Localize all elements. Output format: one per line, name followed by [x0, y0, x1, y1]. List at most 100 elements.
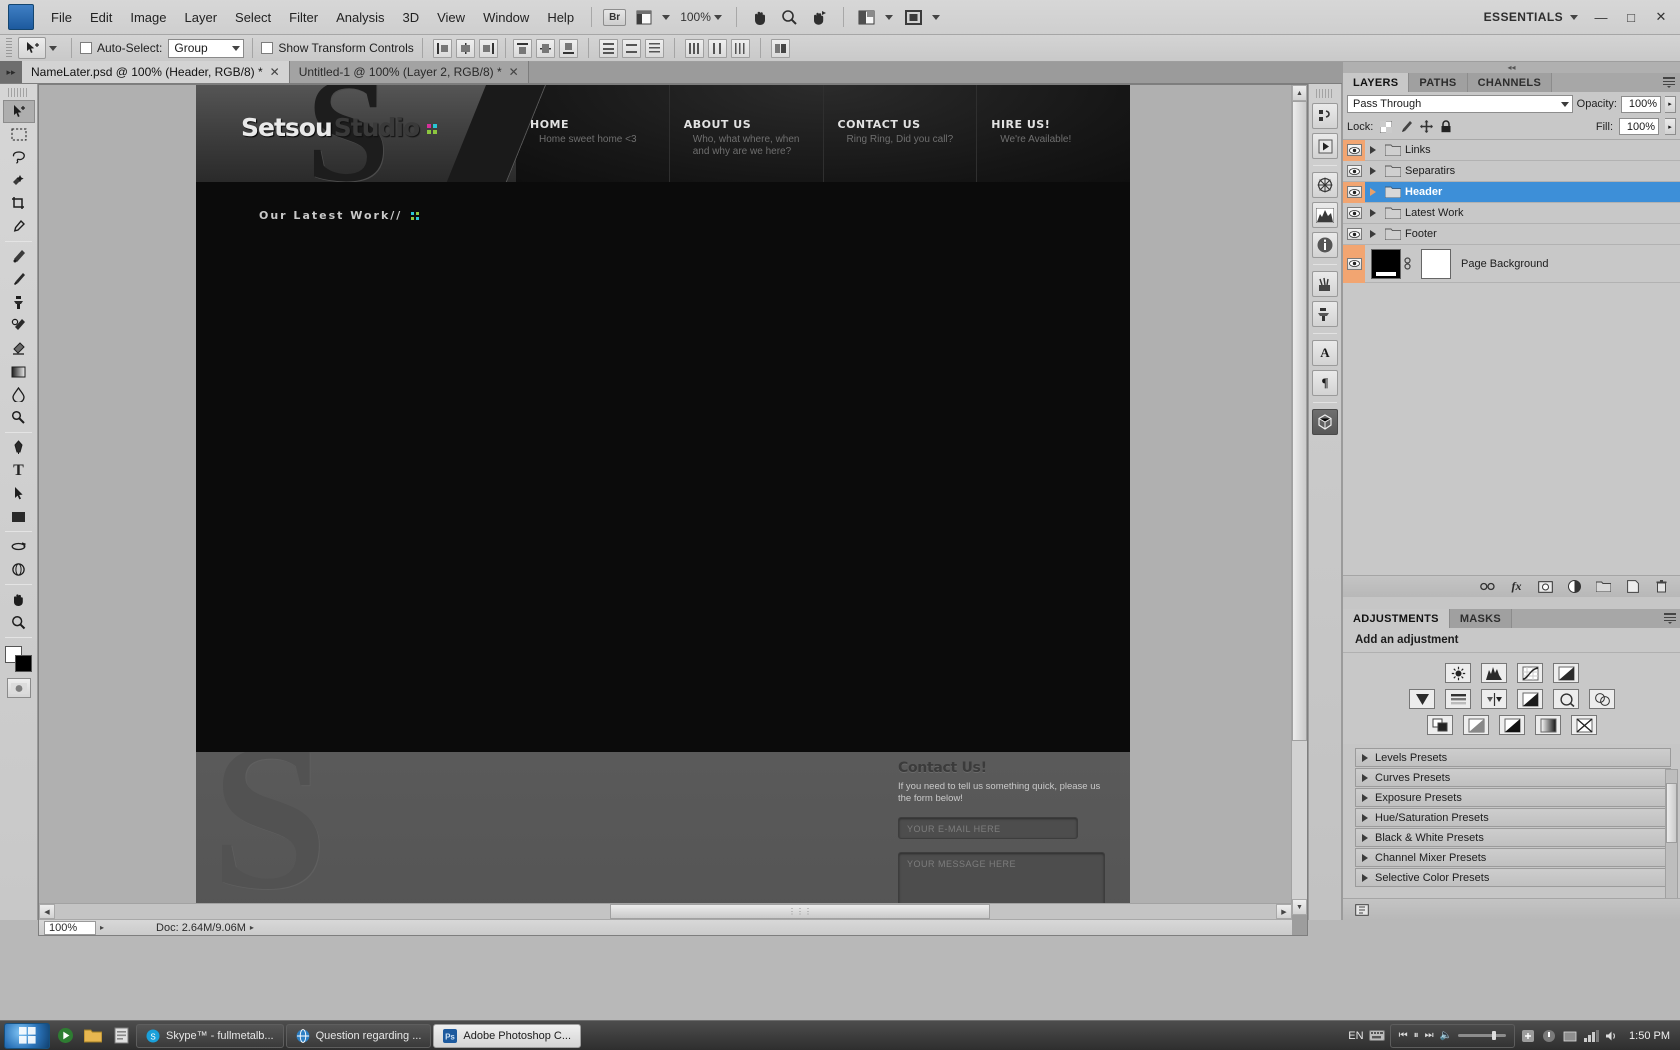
arrange-chevron-down-icon[interactable]	[884, 14, 893, 20]
menu-edit[interactable]: Edit	[81, 6, 121, 29]
background-color-swatch[interactable]	[14, 655, 32, 672]
preset-disclosure-triangle-icon[interactable]	[1362, 793, 1368, 802]
preset-disclosure-triangle-icon[interactable]	[1362, 753, 1368, 762]
scroll-left-icon[interactable]: ◀	[39, 904, 55, 919]
blend-mode-chevron-down-icon[interactable]	[1560, 101, 1569, 107]
path-selection-tool-icon[interactable]	[3, 482, 35, 505]
group-disclosure-triangle-icon[interactable]	[1365, 146, 1381, 154]
taskbar-task-skype[interactable]: S Skype™ - fullmetalb...	[136, 1023, 284, 1048]
screen-mode-icon[interactable]	[901, 5, 927, 29]
black-white-icon[interactable]	[1517, 689, 1543, 709]
layer-row-header[interactable]: Header	[1343, 181, 1680, 203]
exposure-icon[interactable]	[1553, 663, 1579, 683]
distribute-vertical-centers-icon[interactable]	[621, 38, 641, 58]
group-disclosure-triangle-icon[interactable]	[1365, 230, 1381, 238]
move-tool-indicator-icon[interactable]	[18, 37, 46, 59]
horizontal-scroll-track[interactable]: ⋮⋮⋮	[55, 904, 1276, 919]
tool-preset-chevron-down-icon[interactable]	[49, 45, 57, 51]
show-transform-controls-checkbox[interactable]	[261, 42, 274, 54]
menu-file[interactable]: File	[42, 6, 81, 29]
new-group-icon[interactable]	[1595, 578, 1612, 595]
preset-exposure[interactable]: Exposure Presets	[1355, 788, 1671, 807]
align-bottom-edges-icon[interactable]	[558, 38, 578, 58]
taskbar-task-browser[interactable]: Question regarding ...	[285, 1023, 432, 1048]
layer-row-footer[interactable]: Footer	[1343, 224, 1680, 245]
dock-collapse-handle[interactable]: ◂◂	[1343, 62, 1680, 73]
hand-tool-icon[interactable]	[747, 5, 773, 29]
eyedropper-tool-icon[interactable]	[3, 215, 35, 238]
clone-source-panel-icon[interactable]	[1312, 301, 1338, 327]
keyboard-icon[interactable]	[1368, 1028, 1385, 1044]
brightness-contrast-icon[interactable]	[1445, 663, 1471, 683]
new-adjustment-layer-icon[interactable]	[1566, 578, 1583, 595]
curves-icon[interactable]	[1517, 663, 1543, 683]
status-bar-chevron-icon[interactable]: ▸	[100, 923, 104, 932]
levels-icon[interactable]	[1481, 663, 1507, 683]
rectangular-marquee-tool-icon[interactable]	[3, 123, 35, 146]
tray-app-icon-1[interactable]	[1520, 1028, 1536, 1044]
preset-channel-mixer[interactable]: Channel Mixer Presets	[1355, 848, 1671, 867]
adjustments-scrollbar[interactable]	[1665, 769, 1678, 912]
taskbar-clock[interactable]: 1:50 PM	[1625, 1030, 1670, 1042]
taskbar-quicklaunch-folder-icon[interactable]	[80, 1023, 106, 1049]
auto-select-chevron-down-icon[interactable]	[232, 45, 241, 51]
nav-item-home[interactable]: HOME Home sweet home <3	[516, 85, 669, 182]
view-extras-icon[interactable]	[631, 5, 657, 29]
gradient-map-icon[interactable]	[1535, 715, 1561, 735]
maximize-button[interactable]: □	[1618, 6, 1644, 28]
taskbar-quicklaunch-app-icon[interactable]	[108, 1023, 134, 1049]
group-disclosure-triangle-icon[interactable]	[1365, 188, 1381, 196]
lasso-tool-icon[interactable]	[3, 146, 35, 169]
document-tab-close-icon[interactable]: ✕	[270, 65, 280, 79]
preset-disclosure-triangle-icon[interactable]	[1362, 853, 1368, 862]
distribute-right-edges-icon[interactable]	[730, 38, 750, 58]
lock-position-icon[interactable]	[1419, 120, 1433, 134]
zoom-chevron-down-icon[interactable]	[713, 14, 722, 20]
adjustments-scroll-thumb[interactable]	[1666, 783, 1677, 843]
blur-tool-icon[interactable]	[3, 383, 35, 406]
taskbar-task-photoshop[interactable]: Ps Adobe Photoshop C...	[433, 1023, 582, 1048]
threshold-icon[interactable]	[1499, 715, 1525, 735]
scroll-up-icon[interactable]: ▲	[1292, 85, 1307, 101]
distribute-horizontal-centers-icon[interactable]	[707, 38, 727, 58]
pen-tool-icon[interactable]	[3, 436, 35, 459]
opacity-stepper-icon[interactable]: ▸	[1665, 95, 1676, 113]
contact-email-input[interactable]: YOUR E-MAIL HERE	[898, 817, 1078, 839]
toolbox-grip[interactable]	[8, 88, 29, 97]
paragraph-panel-icon[interactable]: ¶	[1312, 370, 1338, 396]
quick-selection-tool-icon[interactable]	[3, 169, 35, 192]
dock-grip[interactable]	[1316, 89, 1334, 98]
tray-app-icon-3[interactable]	[1562, 1028, 1578, 1044]
minimize-button[interactable]: —	[1588, 6, 1614, 28]
actions-panel-icon[interactable]	[1312, 133, 1338, 159]
nav-item-hire-us[interactable]: HIRE US! We're Available!	[976, 85, 1130, 182]
menu-analysis[interactable]: Analysis	[327, 6, 393, 29]
brushes-panel-icon[interactable]	[1312, 271, 1338, 297]
layer-visibility-toggle[interactable]	[1343, 203, 1365, 224]
mask-link-icon[interactable]	[1401, 257, 1413, 270]
selective-color-icon[interactable]	[1571, 715, 1597, 735]
character-panel-icon[interactable]: A	[1312, 340, 1338, 366]
arrange-documents-icon[interactable]	[854, 5, 880, 29]
layer-thumbnail[interactable]	[1371, 248, 1401, 279]
menu-help[interactable]: Help	[538, 6, 583, 29]
previous-track-icon[interactable]: ⏮	[1399, 1030, 1408, 1041]
3d-orbit-tool-icon[interactable]	[3, 558, 35, 581]
align-top-edges-icon[interactable]	[512, 38, 532, 58]
canvas-vertical-scrollbar[interactable]: ▲ ▼	[1291, 85, 1307, 915]
launch-bridge-button[interactable]: Br	[603, 8, 627, 26]
histogram-panel-icon[interactable]	[1312, 202, 1338, 228]
start-button[interactable]	[4, 1022, 50, 1049]
document-tab-close-icon[interactable]: ✕	[509, 65, 519, 79]
crop-tool-icon[interactable]	[3, 192, 35, 215]
auto-select-target-select[interactable]: Group	[168, 38, 245, 58]
layer-visibility-toggle[interactable]	[1343, 161, 1365, 182]
photo-filter-icon[interactable]	[1553, 689, 1579, 709]
opacity-input[interactable]: 100%	[1621, 95, 1661, 113]
gradient-tool-icon[interactable]	[3, 360, 35, 383]
close-button[interactable]: ✕	[1648, 6, 1674, 28]
group-disclosure-triangle-icon[interactable]	[1365, 167, 1381, 175]
workspace-chevron-down-icon[interactable]	[1570, 14, 1578, 20]
return-to-adjustment-list-icon[interactable]	[1353, 901, 1370, 918]
vibrance-icon[interactable]	[1409, 689, 1435, 709]
